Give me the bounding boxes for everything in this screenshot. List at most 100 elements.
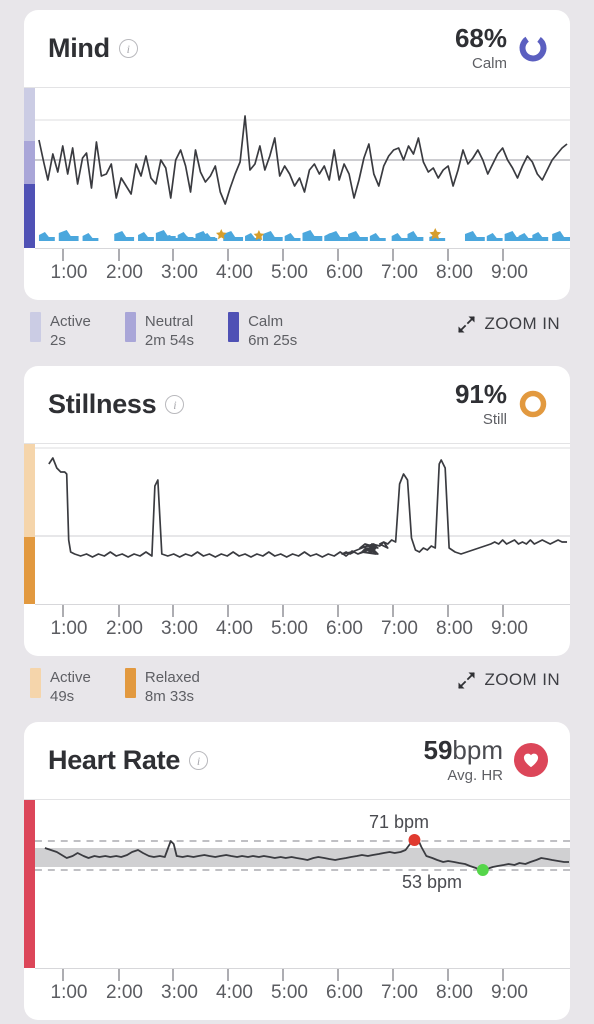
stillness-metric-value: 91% [454,379,507,410]
heart-rate-title-group: Heart Rate i [48,745,209,776]
legend-label: Neutral [144,313,194,330]
legend-item-calm: Calm 6m 25s [228,312,297,350]
legend-value: 6m 25s [248,332,298,350]
legend-label: Relaxed [144,669,200,686]
axis-tick: 3:00 [161,982,198,1003]
legend-value: 2m 54s [144,332,195,350]
axis-tick: 7:00 [381,262,418,283]
zone-neutral [24,140,35,184]
legend-label: Active [50,669,91,686]
stillness-card-header: Stillness i 91% Still [24,366,570,444]
legend-item-relaxed: Relaxed 8m 33s [124,668,200,706]
heart-rate-plot [35,800,570,968]
high-bpm-label: 71 bpm [369,812,430,832]
stillness-zone-bar [24,444,35,604]
axis-tick: 4:00 [216,982,253,1003]
axis-tick: 3:00 [161,262,198,283]
mind-card-header: Mind i 68% Calm [24,10,570,88]
heart-rate-metric-group: 59bpm Avg. HR [424,737,548,784]
zone-active [24,444,35,537]
mind-legend: Active 2s Neutral 2m 54s Calm 6m 25s ZOO… [24,300,570,362]
mind-metric-group: 68% Calm [455,25,548,72]
axis-tick: 1:00 [50,618,88,639]
legend-item-neutral: Neutral 2m 54s [124,312,195,350]
zone-calm [24,183,35,248]
heart-icon [514,743,548,778]
stillness-plot [35,444,570,604]
axis-tick: 3:00 [161,618,198,639]
axis-tick: 5:00 [271,982,308,1003]
mind-chart-body [24,88,570,248]
zoom-in-label: ZOOM IN [484,314,560,333]
axis-tick: 8:00 [436,982,473,1003]
mind-axis-labels: 1:00 2:00 3:00 4:00 5:00 6:00 7:00 8:00 … [24,262,570,284]
heart-rate-legend: Historical Average Historical high/low Z… [24,1020,570,1024]
stillness-card: Stillness i 91% Still 1:00 2:00 3:00 4:0… [24,366,570,656]
stillness-legend: Active 49s Relaxed 8m 33s ZOOM IN [24,656,570,718]
low-bpm-label: 53 bpm [402,872,463,892]
axis-tick: 8:00 [436,618,473,639]
legend-value: 2s [50,332,66,350]
axis-tick: 1:00 [50,262,88,283]
axis-tick: 7:00 [381,618,418,639]
legend-swatch [124,312,136,342]
axis-tick: 5:00 [271,262,308,283]
stillness-axis-labels: 1:00 2:00 3:00 4:00 5:00 6:00 7:00 8:00 … [24,618,570,640]
heart-rate-card: Heart Rate i 59bpm Avg. HR 71 bpm 53 bpm… [24,722,570,1020]
legend-swatch [124,668,136,698]
mind-title-group: Mind i [48,33,138,64]
heart-rate-axis-labels: 1:00 2:00 3:00 4:00 5:00 6:00 7:00 8:00 … [24,982,570,1004]
axis-tick: 4:00 [216,262,253,283]
axis-tick: 6:00 [326,982,363,1003]
heart-rate-metric-text: 59bpm Avg. HR [424,737,504,784]
zoom-in-label: ZOOM IN [484,670,560,689]
heart-rate-metric-sub: Avg. HR [447,766,503,784]
axis-tick: 2:00 [106,618,143,639]
legend-swatch [30,312,41,342]
expand-arrows-icon [458,315,476,333]
heart-rate-title: Heart Rate [48,745,181,775]
zone-active [24,88,35,141]
legend-value: 8m 33s [144,688,195,706]
mind-metric-sub: Calm [471,54,507,72]
stillness-metric-main: 91% [455,381,507,408]
heart-rate-card-header: Heart Rate i 59bpm Avg. HR [24,722,570,800]
info-icon[interactable]: i [165,395,185,414]
heart-rate-metric-main: 59bpm [424,737,504,764]
ring-icon [518,389,548,419]
ring-icon [518,33,548,63]
mind-metric-main: 68% [455,25,507,52]
high-point-marker [408,834,421,846]
axis-tick: 5:00 [271,618,308,639]
low-point-marker [476,864,489,876]
stillness-metric-text: 91% Still [455,381,507,428]
stillness-metric-group: 91% Still [455,381,548,428]
info-icon[interactable]: i [189,751,209,770]
info-icon[interactable]: i [118,39,138,58]
stillness-title-group: Stillness i [48,389,185,420]
legend-item-active: Active 2s [30,312,91,350]
heart-rate-metric-unit: bpm [452,735,503,766]
axis-tick: 6:00 [326,618,363,639]
heart-rate-chart-body: 71 bpm 53 bpm [24,800,570,968]
legend-swatch [30,668,41,698]
axis-tick: 9:00 [491,262,528,283]
legend-swatch [228,312,240,342]
axis-tick: 4:00 [216,618,253,639]
stillness-chart-body [24,444,570,604]
axis-tick: 1:00 [50,982,88,1003]
axis-tick: 2:00 [106,262,143,283]
mind-metric-value: 68% [454,23,507,54]
mind-metric-text: 68% Calm [455,25,507,72]
mind-zone-bar [24,88,35,248]
zoom-in-button[interactable]: ZOOM IN [457,668,568,690]
axis-tick: 2:00 [106,982,143,1003]
health-summary-screen: Mind i 68% Calm 1:00 2:00 3:00 4:00 5:00… [0,10,594,1024]
legend-value: 49s [50,688,75,706]
heart-rate-zone-bar [24,800,35,968]
legend-label: Active [50,313,91,330]
zoom-in-button[interactable]: ZOOM IN [457,312,568,334]
axis-tick: 6:00 [326,262,363,283]
mind-card: Mind i 68% Calm 1:00 2:00 3:00 4:00 5:00… [24,10,570,300]
heart-rate-axis: 1:00 2:00 3:00 4:00 5:00 6:00 7:00 8:00 … [24,968,570,1020]
